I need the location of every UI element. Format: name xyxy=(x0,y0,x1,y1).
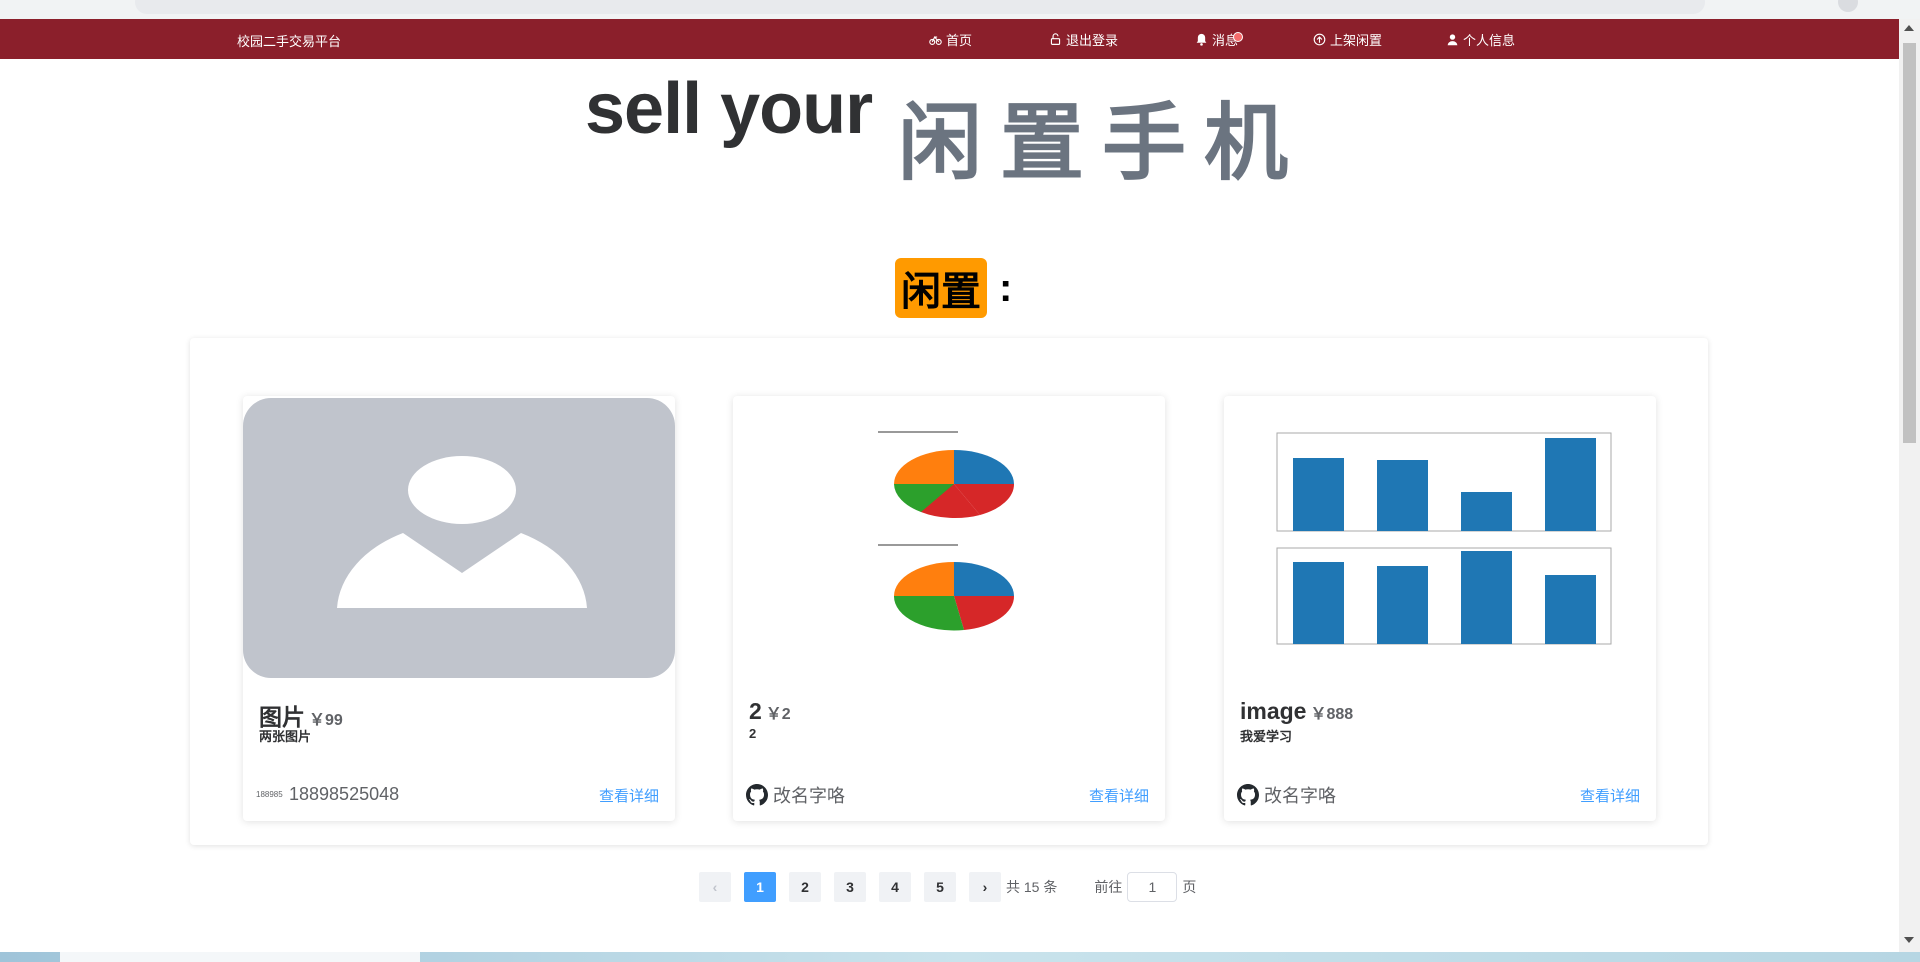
nav-home[interactable]: 首页 xyxy=(929,30,972,49)
scroll-down-icon[interactable] xyxy=(1904,937,1914,943)
card-name: 2 xyxy=(749,698,762,724)
message-badge-dot xyxy=(1233,32,1243,42)
nav-home-label: 首页 xyxy=(946,33,973,48)
pagination: ‹ 1 2 3 4 5 › 共 15 条 前往 页 xyxy=(699,872,1196,902)
page-button[interactable]: 5 xyxy=(924,872,956,902)
card-title: image ￥888 xyxy=(1240,698,1353,725)
card-description: 两张图片 xyxy=(259,729,312,744)
page-button[interactable]: 4 xyxy=(879,872,911,902)
view-details-link[interactable]: 查看详细 xyxy=(599,785,659,806)
card-price: ￥888 xyxy=(1310,706,1354,723)
hero-english-text: sell your xyxy=(585,69,873,149)
card-price: ￥2 xyxy=(765,706,791,723)
page-button[interactable]: 1 xyxy=(744,872,776,902)
nav-profile[interactable]: 个人信息 xyxy=(1446,30,1515,49)
nav-profile-label: 个人信息 xyxy=(1463,33,1516,48)
goto-prefix: 前往 xyxy=(1094,879,1123,895)
section-badge: 闲置 xyxy=(895,258,987,318)
prev-page-button[interactable]: ‹ xyxy=(699,872,731,902)
address-bar[interactable] xyxy=(135,0,1705,14)
view-details-link[interactable]: 查看详细 xyxy=(1089,785,1149,806)
card-price: ￥99 xyxy=(309,712,343,729)
card-description: 我爱学习 xyxy=(1240,729,1293,744)
vertical-scrollbar[interactable] xyxy=(1899,19,1920,962)
placeholder-avatar-image[interactable] xyxy=(243,398,675,678)
owner-avatar: 188985 xyxy=(256,789,283,799)
page-button[interactable]: 3 xyxy=(834,872,866,902)
page-button[interactable]: 2 xyxy=(789,872,821,902)
goods-card[interactable]: image ￥888 我爱学习 改名字咯 查看详细 xyxy=(1224,396,1656,821)
card-description: 2 xyxy=(749,726,757,741)
next-page-button[interactable]: › xyxy=(969,872,1001,902)
taskbar-window-tab[interactable] xyxy=(60,952,420,962)
chevron-left-icon: ‹ xyxy=(712,879,718,895)
upload-icon xyxy=(1313,33,1326,46)
view-details-link[interactable]: 查看详细 xyxy=(1580,785,1640,806)
nav-logout-label: 退出登录 xyxy=(1066,33,1119,48)
owner-name: 18898525048 xyxy=(289,783,400,804)
bell-icon xyxy=(1196,33,1207,46)
os-taskbar xyxy=(0,952,1920,962)
total-count: 共 15 条 xyxy=(1006,879,1058,895)
card-owner: 改名字咯 xyxy=(1237,782,1336,808)
bicycle-icon xyxy=(929,36,942,45)
nav-publish[interactable]: 上架闲置 xyxy=(1313,30,1382,49)
scroll-thumb[interactable] xyxy=(1903,43,1916,443)
goto-suffix: 页 xyxy=(1182,879,1197,895)
page-jump-input[interactable] xyxy=(1127,872,1178,902)
owner-name: 改名字咯 xyxy=(773,786,845,806)
github-icon xyxy=(746,784,768,806)
card-title: 2 ￥2 xyxy=(749,698,791,725)
owner-name: 改名字咯 xyxy=(1264,786,1336,806)
github-icon xyxy=(1237,784,1259,806)
card-owner: 188985 18898525048 xyxy=(256,782,399,806)
pie-charts-image[interactable] xyxy=(733,398,1165,678)
hero-chinese-text: 闲置手机 xyxy=(898,94,1307,192)
card-owner: 改名字咯 xyxy=(746,782,845,808)
section-heading: 闲置 : xyxy=(895,258,1012,318)
bar-charts-image[interactable] xyxy=(1224,398,1656,678)
hero-banner: sell your 闲置手机 xyxy=(0,60,1899,192)
card-name: image xyxy=(1240,698,1307,724)
nav-logout[interactable]: 退出登录 xyxy=(1049,30,1118,49)
chevron-right-icon: › xyxy=(982,879,988,895)
nav-publish-label: 上架闲置 xyxy=(1330,33,1383,48)
unlock-icon xyxy=(1050,33,1061,45)
goods-card[interactable]: 图片 ￥99 两张图片 188985 18898525048 查看详细 xyxy=(243,396,675,821)
scroll-up-icon[interactable] xyxy=(1904,25,1914,31)
user-icon xyxy=(1447,34,1458,46)
top-navbar: 校园二手交易平台 首页 退出登录 消息 上架闲置 个人信息 xyxy=(0,19,1899,59)
site-brand[interactable]: 校园二手交易平台 xyxy=(237,31,341,50)
browser-top-strip xyxy=(0,0,1920,19)
browser-menu-icon[interactable] xyxy=(1838,0,1858,12)
nav-messages[interactable]: 消息 xyxy=(1195,30,1238,49)
goods-card[interactable]: 2 ￥2 2 改名字咯 查看详细 xyxy=(733,396,1165,821)
section-colon: : xyxy=(999,265,1013,310)
